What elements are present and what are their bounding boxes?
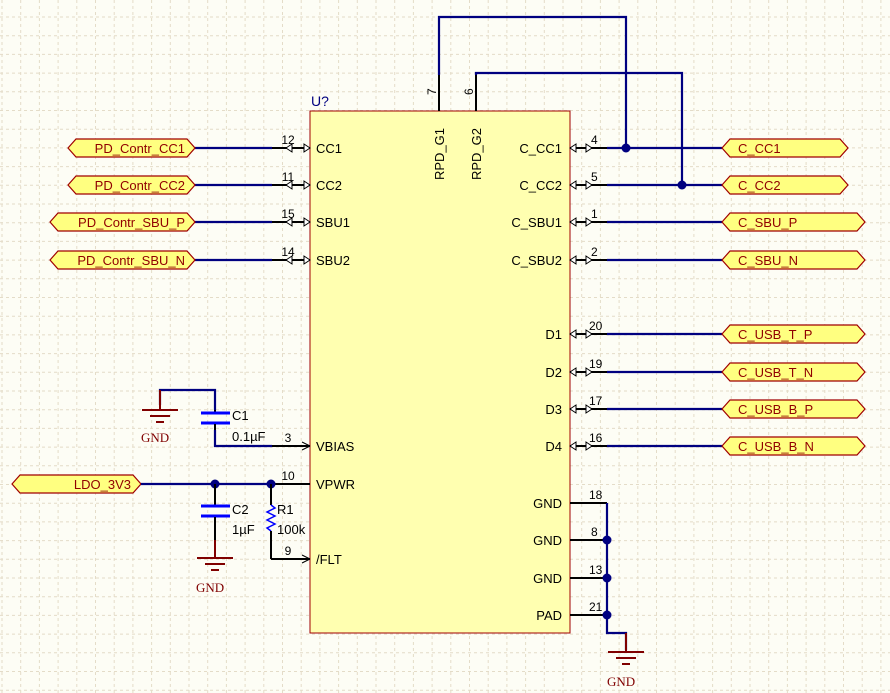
pin-number-7: 7	[425, 88, 439, 95]
gnd-label: GND	[607, 674, 635, 689]
pin-number: 3	[285, 431, 292, 445]
pin-number: 9	[285, 544, 292, 558]
pin-number: 12	[281, 133, 295, 147]
net-port-left[interactable]: PD_Contr_CC1	[67, 138, 196, 158]
net-port-right[interactable]: C_CC1	[721, 138, 849, 158]
c1-value: 0.1µF	[232, 429, 266, 444]
port-label: C_CC1	[738, 141, 781, 156]
port-label: PD_Contr_CC1	[95, 141, 185, 156]
pin-number: 5	[591, 170, 598, 184]
pin-label: /FLT	[316, 552, 342, 567]
pin-number: 16	[589, 431, 603, 445]
gnd-symbol: GND	[141, 390, 178, 445]
pin-number: 2	[591, 245, 598, 259]
net-port-ldo-3v3[interactable]: LDO_3V3	[11, 474, 142, 494]
gnd-label: GND	[196, 580, 224, 595]
net-port-right[interactable]: C_SBU_N	[721, 250, 866, 270]
pin-label: C_SBU2	[511, 253, 562, 268]
pin-label-rpd-g2: RPD_G2	[469, 128, 484, 180]
pin-label: VBIAS	[316, 439, 355, 454]
junction	[602, 610, 612, 620]
pin-label: PAD	[536, 608, 562, 623]
pin-label: C_SBU1	[511, 215, 562, 230]
net-port-right[interactable]: C_USB_T_N	[721, 362, 866, 382]
pin-label: D3	[545, 402, 562, 417]
gnd-label: GND	[141, 430, 169, 445]
net-port-right[interactable]: C_CC2	[721, 175, 849, 195]
c2-designator: C2	[232, 502, 249, 517]
pin-number: 19	[589, 357, 603, 371]
pin-label: C_CC1	[519, 141, 562, 156]
pin-number: 4	[591, 133, 598, 147]
pin-label: C_CC2	[519, 178, 562, 193]
port-label: PD_Contr_CC2	[95, 178, 185, 193]
pin-label: GND	[533, 571, 562, 586]
pin-number: 13	[589, 563, 603, 577]
pin-label: CC1	[316, 141, 342, 156]
port-label: C_SBU_P	[738, 215, 797, 230]
pin-label-rpd-g1: RPD_G1	[432, 128, 447, 180]
pin-number: 18	[589, 488, 603, 502]
pin-label: D2	[545, 365, 562, 380]
pin-number: 15	[281, 207, 295, 221]
pin-number-6: 6	[462, 88, 476, 95]
port-label: C_SBU_N	[738, 253, 798, 268]
pin-number: 11	[282, 170, 295, 184]
pin-label: CC2	[316, 178, 342, 193]
r1-resistor	[265, 504, 277, 532]
port-label: C_USB_T_N	[738, 365, 813, 380]
component-designator: U?	[311, 93, 329, 109]
net-port-right[interactable]: C_USB_T_P	[721, 324, 866, 344]
schematic-canvas: U? 7 6 RPD_G1 RPD_G2 12CC111CC215SBU114S…	[0, 0, 890, 693]
port-label: PD_Contr_SBU_P	[78, 215, 185, 230]
port-label: C_USB_B_N	[738, 439, 814, 454]
gnd-symbol: GND	[607, 633, 644, 689]
pin-label: D4	[545, 439, 562, 454]
pin-number: 1	[591, 207, 598, 221]
pin-number: 8	[591, 525, 598, 539]
pin-label: SBU2	[316, 253, 350, 268]
junction	[602, 535, 612, 545]
port-label: PD_Contr_SBU_N	[77, 253, 185, 268]
net-port-left[interactable]: PD_Contr_SBU_P	[49, 212, 196, 232]
pin-number: 21	[589, 600, 603, 614]
r1-designator: R1	[277, 502, 294, 517]
net-port-left[interactable]: PD_Contr_SBU_N	[49, 250, 196, 270]
junction	[602, 573, 612, 583]
pin-number: 20	[589, 319, 603, 333]
c2-value: 1µF	[232, 522, 255, 537]
net-port-right[interactable]: C_USB_B_N	[721, 436, 866, 456]
junction	[677, 180, 687, 190]
net-port-left[interactable]: PD_Contr_CC2	[67, 175, 196, 195]
pin-label: GND	[533, 496, 562, 511]
port-label: LDO_3V3	[74, 477, 131, 492]
pin-number: 17	[589, 394, 603, 408]
wire-c1-gnd	[158, 388, 217, 410]
port-label: C_USB_B_P	[738, 402, 813, 417]
gnd-symbol: GND	[196, 540, 233, 595]
pin-label: D1	[545, 327, 562, 342]
port-label: C_CC2	[738, 178, 781, 193]
pin-label: GND	[533, 533, 562, 548]
pin-number: 10	[281, 469, 295, 483]
pin-label: SBU1	[316, 215, 350, 230]
port-label: C_USB_T_P	[738, 327, 812, 342]
pin-label: VPWR	[316, 477, 355, 492]
net-port-right[interactable]: C_SBU_P	[721, 212, 866, 232]
junction	[621, 143, 631, 153]
net-port-right[interactable]: C_USB_B_P	[721, 399, 866, 419]
pin-number: 14	[281, 245, 295, 259]
r1-value: 100k	[277, 522, 306, 537]
c1-designator: C1	[232, 408, 249, 423]
